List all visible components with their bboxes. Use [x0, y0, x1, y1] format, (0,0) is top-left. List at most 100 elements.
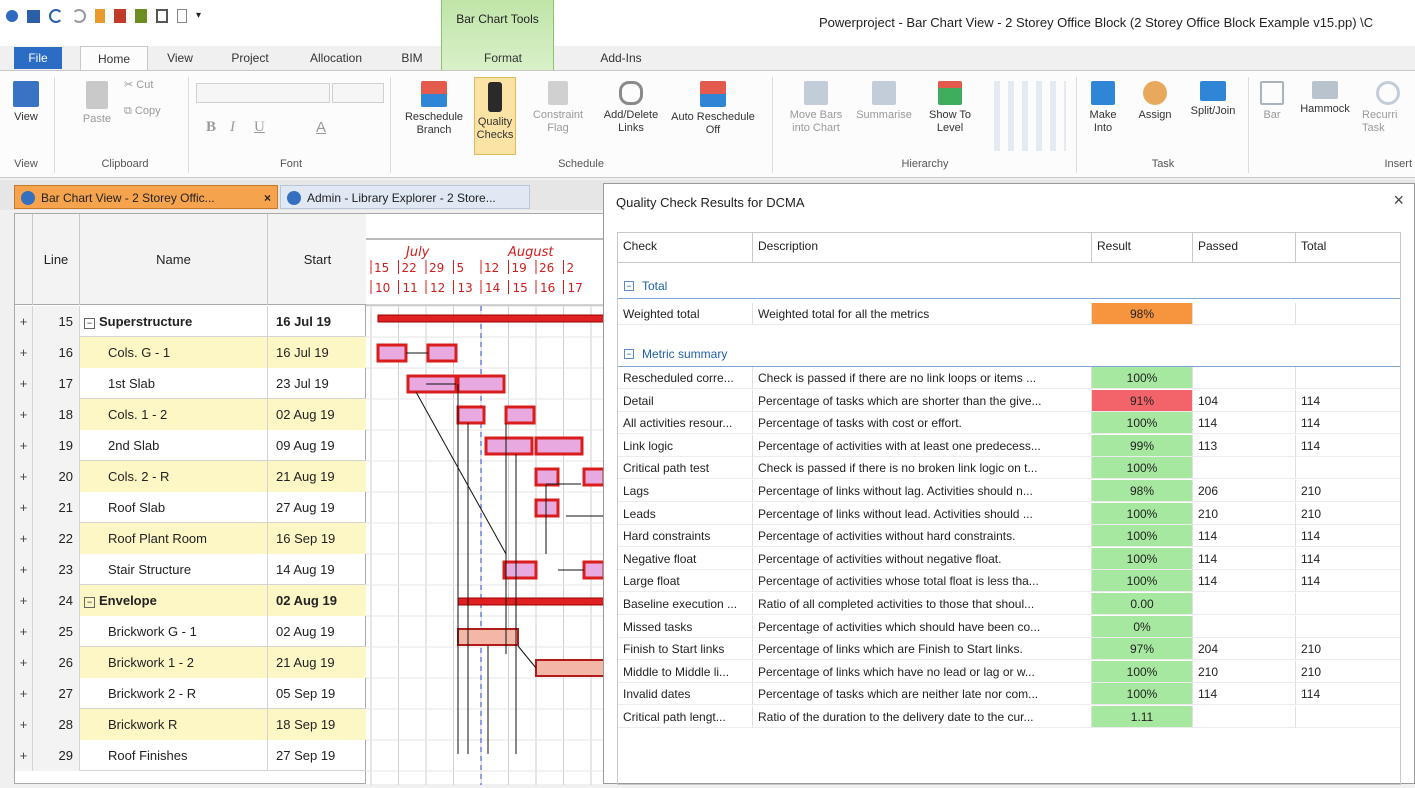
collapse-icon[interactable]: − — [624, 349, 634, 359]
move-bars-button[interactable]: Move Bars into Chart — [780, 81, 852, 135]
quality-checks-button[interactable]: Quality Checks — [474, 77, 516, 155]
summarise-button[interactable]: Summarise — [854, 81, 914, 122]
save-icon[interactable] — [27, 9, 40, 23]
total-column-header[interactable]: Total — [1296, 233, 1400, 263]
expand-icon[interactable]: + — [15, 709, 33, 740]
doc-tab-bar-chart-view[interactable]: Bar Chart View - 2 Storey Offic... × — [14, 185, 278, 209]
metric-row[interactable]: Critical path lengt... Ratio of the durat… — [618, 706, 1400, 728]
task-name-cell[interactable]: Brickwork 1 - 2 — [80, 647, 268, 678]
metric-row[interactable]: Rescheduled corre... Check is passed if t… — [618, 367, 1400, 389]
tab-add-ins[interactable]: Add-Ins — [592, 46, 650, 70]
close-icon[interactable]: × — [264, 186, 271, 208]
collapse-icon[interactable]: − — [84, 597, 95, 608]
hierarchy-small-buttons[interactable] — [986, 81, 1066, 151]
task-name-cell[interactable]: − Superstructure — [80, 306, 268, 337]
table-row[interactable]: +25 Brickwork G - 1 02 Aug 19 — [15, 616, 367, 647]
start-column-header[interactable]: Start — [268, 214, 367, 305]
table-row[interactable]: +19 2nd Slab 09 Aug 19 — [15, 430, 367, 461]
expand-icon[interactable]: + — [15, 337, 33, 368]
undo-icon[interactable] — [49, 9, 63, 23]
tab-view[interactable]: View — [160, 46, 200, 70]
line-column-header[interactable]: Line — [33, 214, 80, 305]
expand-icon[interactable]: + — [15, 368, 33, 399]
task-name-cell[interactable]: Cols. 1 - 2 — [80, 399, 268, 430]
passed-column-header[interactable]: Passed — [1193, 233, 1296, 263]
expand-icon[interactable]: + — [15, 492, 33, 523]
metric-row[interactable]: Detail Percentage of tasks which are shor… — [618, 389, 1400, 412]
table-row[interactable]: +26 Brickwork 1 - 2 21 Aug 19 — [15, 647, 367, 678]
metric-row[interactable]: Hard constraints Percentage of activities… — [618, 525, 1400, 548]
expand-icon[interactable]: + — [15, 616, 33, 647]
font-name-combo[interactable] — [196, 83, 330, 103]
table-row[interactable]: +15− Superstructure 16 Jul 19 — [15, 306, 367, 337]
font-size-combo[interactable] — [332, 83, 384, 103]
table-icon[interactable] — [135, 9, 147, 23]
task-name-cell[interactable]: Brickwork R — [80, 709, 268, 740]
table-row[interactable]: +21 Roof Slab 27 Aug 19 — [15, 492, 367, 523]
table-row[interactable]: +20 Cols. 2 - R 21 Aug 19 — [15, 461, 367, 492]
split-join-button[interactable]: Split/Join — [1184, 81, 1242, 118]
tab-bim[interactable]: BIM — [396, 46, 428, 70]
metric-row[interactable]: Missed tasks Percentage of activities whi… — [618, 615, 1400, 638]
table-row[interactable]: +28 Brickwork R 18 Sep 19 — [15, 709, 367, 740]
auto-reschedule-button[interactable]: Auto Reschedule Off — [668, 81, 758, 137]
metric-row[interactable]: Middle to Middle li... Percentage of link… — [618, 660, 1400, 683]
show-to-level-button[interactable]: Show To Level — [920, 81, 980, 135]
task-name-cell[interactable]: Brickwork G - 1 — [80, 616, 268, 647]
expand-icon[interactable]: + — [15, 306, 33, 337]
task-name-cell[interactable]: Stair Structure — [80, 554, 268, 585]
metric-row[interactable]: Link logic Percentage of activities with … — [618, 434, 1400, 457]
copy-button[interactable]: ⧉ Copy — [124, 105, 161, 118]
expand-icon[interactable]: + — [15, 399, 33, 430]
expand-icon[interactable]: + — [15, 647, 33, 678]
expand-icon[interactable]: + — [15, 585, 33, 616]
metric-row[interactable]: Baseline execution ... Ratio of all compl… — [618, 593, 1400, 615]
weighted-total-row[interactable]: Weighted total Weighted total for all th… — [618, 303, 1400, 325]
metric-row[interactable]: Lags Percentage of links without lag. Act… — [618, 480, 1400, 502]
task-name-cell[interactable]: − Envelope — [80, 585, 268, 616]
table-row[interactable]: +17 1st Slab 23 Jul 19 — [15, 368, 367, 399]
recurring-task-button[interactable]: Recurri Task — [1362, 81, 1415, 135]
metric-row[interactable]: Leads Percentage of links without lead. A… — [618, 502, 1400, 525]
tab-home[interactable]: Home — [80, 46, 148, 71]
chart-icon[interactable] — [114, 9, 126, 23]
table-row[interactable]: +18 Cols. 1 - 2 02 Aug 19 — [15, 399, 367, 430]
group-row-total[interactable]: − Total — [618, 273, 1400, 299]
italic-button[interactable]: I — [230, 120, 235, 135]
check-column-header[interactable]: Check — [618, 233, 753, 263]
task-name-cell[interactable]: Roof Slab — [80, 492, 268, 523]
group-row-metric-summary[interactable]: − Metric summary — [618, 341, 1400, 367]
task-name-cell[interactable]: Roof Finishes — [80, 740, 268, 771]
expand-icon[interactable]: + — [15, 740, 33, 771]
doc-tab-library-explorer[interactable]: Admin - Library Explorer - 2 Store... — [280, 185, 530, 209]
view-button[interactable]: View — [6, 81, 46, 124]
collapse-icon[interactable]: − — [84, 318, 95, 329]
table-row[interactable]: +27 Brickwork 2 - R 05 Sep 19 — [15, 678, 367, 709]
table-row[interactable]: +22 Roof Plant Room 16 Sep 19 — [15, 523, 367, 554]
expand-icon[interactable]: + — [15, 430, 33, 461]
tab-file[interactable]: File — [14, 47, 62, 69]
table-row[interactable]: +23 Stair Structure 14 Aug 19 — [15, 554, 367, 585]
result-column-header[interactable]: Result — [1092, 233, 1193, 263]
task-name-cell[interactable]: Roof Plant Room — [80, 523, 268, 554]
tab-allocation[interactable]: Allocation — [300, 46, 372, 70]
tab-project[interactable]: Project — [224, 46, 276, 70]
redo-icon[interactable] — [72, 9, 86, 23]
metric-row[interactable]: Large float Percentage of activities whos… — [618, 570, 1400, 593]
task-name-cell[interactable]: 2nd Slab — [80, 430, 268, 461]
pin-icon[interactable] — [95, 9, 105, 23]
bar-button[interactable]: Bar — [1254, 81, 1290, 122]
underline-button[interactable]: U — [254, 120, 265, 135]
description-column-header[interactable]: Description — [753, 233, 1092, 263]
expand-icon[interactable]: + — [15, 554, 33, 585]
task-name-cell[interactable]: Cols. G - 1 — [80, 337, 268, 368]
metric-row[interactable]: Invalid dates Percentage of tasks which a… — [618, 683, 1400, 706]
bold-button[interactable]: B — [206, 120, 216, 135]
make-into-button[interactable]: Make Into — [1082, 81, 1124, 135]
customize-dropdown-icon[interactable]: ▾ — [196, 9, 206, 23]
tab-format[interactable]: Format — [475, 46, 531, 70]
task-name-cell[interactable]: Brickwork 2 - R — [80, 678, 268, 709]
hammock-button[interactable]: Hammock — [1296, 81, 1354, 116]
print-preview-icon[interactable] — [156, 9, 168, 23]
expand-icon[interactable]: + — [15, 523, 33, 554]
